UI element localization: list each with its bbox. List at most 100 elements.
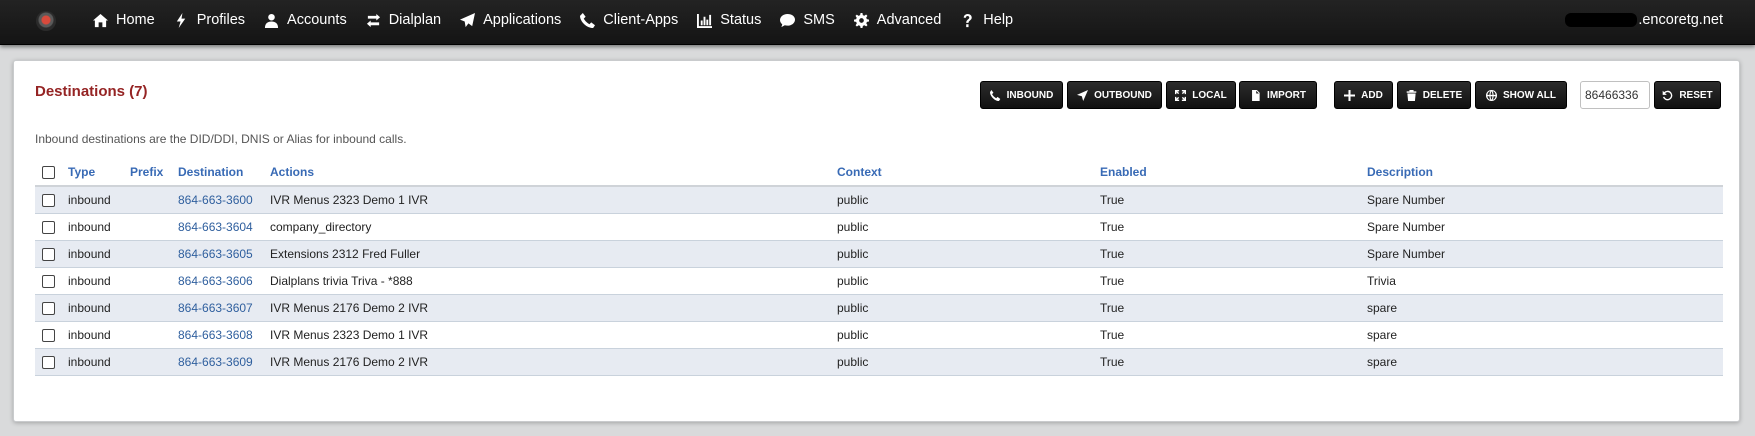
globe-icon — [1486, 89, 1498, 101]
column-header-destination[interactable]: Destination — [178, 159, 270, 187]
bolt-icon — [176, 12, 185, 28]
table-row[interactable]: inbound 864-663-3608 IVR Menus 2323 Demo… — [35, 321, 1723, 349]
home-icon — [93, 13, 108, 27]
show-all-button-label: SHOW ALL — [1503, 89, 1556, 101]
column-header-type[interactable]: Type — [68, 159, 130, 187]
cell-context: public — [837, 348, 1100, 376]
show-all-button[interactable]: SHOW ALL — [1475, 81, 1567, 109]
nav-dialplan[interactable]: Dialplan — [366, 0, 441, 40]
logo-icon[interactable] — [36, 11, 56, 31]
table-row[interactable]: inbound 864-663-3605 Extensions 2312 Fre… — [35, 240, 1723, 268]
nav-help[interactable]: Help — [960, 0, 1013, 40]
nav-sms-label: SMS — [803, 12, 835, 28]
destinations-panel: Destinations (7) Inbound destinations ar… — [13, 60, 1740, 422]
cell-actions: IVR Menus 2323 Demo 1 IVR — [270, 186, 837, 214]
column-header-description[interactable]: Description — [1367, 159, 1723, 187]
local-button[interactable]: LOCAL — [1166, 81, 1236, 109]
row-checkbox[interactable] — [42, 193, 55, 207]
row-checkbox[interactable] — [42, 274, 55, 288]
table-row[interactable]: inbound 864-663-3606 Dialplans trivia Tr… — [35, 267, 1723, 295]
cell-description: spare — [1367, 348, 1723, 376]
cell-description: Spare Number — [1367, 240, 1723, 268]
table-row[interactable]: inbound 864-663-3600 IVR Menus 2323 Demo… — [35, 186, 1723, 214]
nav-advanced[interactable]: Advanced — [853, 0, 942, 40]
cell-enabled: True — [1100, 213, 1367, 241]
nav-advanced-label: Advanced — [876, 12, 942, 28]
cell-prefix — [130, 213, 178, 241]
paper-plane-icon — [460, 12, 476, 27]
nav-profiles[interactable]: Profiles — [174, 0, 245, 40]
table-row[interactable]: inbound 864-663-3604 company_directory p… — [35, 213, 1723, 241]
search-input[interactable] — [1580, 81, 1650, 109]
row-checkbox[interactable] — [42, 220, 55, 234]
user-domain[interactable]: .encoretg.net — [1565, 0, 1723, 40]
select-all-header — [35, 159, 68, 187]
cell-enabled: True — [1100, 267, 1367, 295]
destination-link[interactable]: 864-663-3606 — [178, 274, 253, 288]
row-checkbox[interactable] — [42, 355, 55, 369]
destination-link[interactable]: 864-663-3609 — [178, 355, 253, 369]
column-header-prefix[interactable]: Prefix — [130, 159, 178, 187]
column-header-actions[interactable]: Actions — [270, 159, 837, 187]
cell-actions: company_directory — [270, 213, 837, 241]
destinations-table: Type Prefix Destination Actions Context … — [35, 159, 1723, 376]
nav-accounts[interactable]: Accounts — [264, 0, 347, 40]
cell-context: public — [837, 186, 1100, 214]
expand-icon — [1175, 89, 1187, 101]
cell-prefix — [130, 240, 178, 268]
cell-prefix — [130, 267, 178, 295]
nav-home[interactable]: Home — [93, 0, 155, 40]
nav-profiles-label: Profiles — [196, 12, 246, 28]
cell-type: inbound — [68, 348, 130, 376]
cell-actions: Dialplans trivia Triva - *888 — [270, 267, 837, 295]
destination-link[interactable]: 864-663-3605 — [178, 247, 253, 261]
cell-type: inbound — [68, 267, 130, 295]
row-checkbox[interactable] — [42, 301, 55, 315]
inbound-button[interactable]: INBOUND — [980, 81, 1063, 109]
gear-icon — [853, 12, 869, 28]
row-checkbox[interactable] — [42, 247, 55, 261]
reset-button-label: RESET — [1679, 89, 1713, 101]
cell-context: public — [837, 213, 1100, 241]
cell-prefix — [130, 321, 178, 349]
cell-enabled: True — [1100, 294, 1367, 322]
cell-prefix — [130, 294, 178, 322]
comment-icon — [780, 13, 796, 27]
destination-link[interactable]: 864-663-3608 — [178, 328, 253, 342]
file-import-icon — [1252, 89, 1260, 101]
nav-status[interactable]: Status — [697, 0, 761, 40]
add-button[interactable]: ADD — [1334, 81, 1393, 109]
table-row[interactable]: inbound 864-663-3607 IVR Menus 2176 Demo… — [35, 294, 1723, 322]
destination-link[interactable]: 864-663-3607 — [178, 301, 253, 315]
nav-sms[interactable]: SMS — [780, 0, 835, 40]
bar-chart-icon — [697, 13, 713, 28]
nav-help-label: Help — [983, 12, 1014, 28]
redacted-username — [1565, 13, 1638, 27]
row-checkbox[interactable] — [42, 328, 55, 342]
delete-button[interactable]: DELETE — [1397, 81, 1471, 109]
nav-accounts-label: Accounts — [287, 12, 347, 28]
column-header-enabled[interactable]: Enabled — [1100, 159, 1367, 187]
nav-client-apps[interactable]: Client-Apps — [580, 0, 678, 40]
cell-context: public — [837, 321, 1100, 349]
nav-dialplan-label: Dialplan — [388, 12, 442, 28]
phone-incoming-icon — [989, 89, 1000, 101]
reset-button[interactable]: RESET — [1654, 81, 1721, 109]
cell-type: inbound — [68, 240, 130, 268]
outbound-button[interactable]: OUTBOUND — [1067, 81, 1162, 109]
import-button[interactable]: IMPORT — [1239, 81, 1317, 109]
cell-prefix — [130, 348, 178, 376]
cell-description: spare — [1367, 321, 1723, 349]
cell-actions: IVR Menus 2176 Demo 2 IVR — [270, 348, 837, 376]
destination-link[interactable]: 864-663-3604 — [178, 220, 253, 234]
trash-icon — [1406, 89, 1417, 101]
cell-type: inbound — [68, 321, 130, 349]
cell-context: public — [837, 267, 1100, 295]
column-header-context[interactable]: Context — [837, 159, 1100, 187]
nav-applications[interactable]: Applications — [460, 0, 561, 40]
nav-status-label: Status — [720, 12, 762, 28]
destination-link[interactable]: 864-663-3600 — [178, 193, 253, 207]
inbound-button-label: INBOUND — [1006, 89, 1054, 101]
table-row[interactable]: inbound 864-663-3609 IVR Menus 2176 Demo… — [35, 348, 1723, 376]
select-all-checkbox[interactable] — [42, 166, 55, 180]
